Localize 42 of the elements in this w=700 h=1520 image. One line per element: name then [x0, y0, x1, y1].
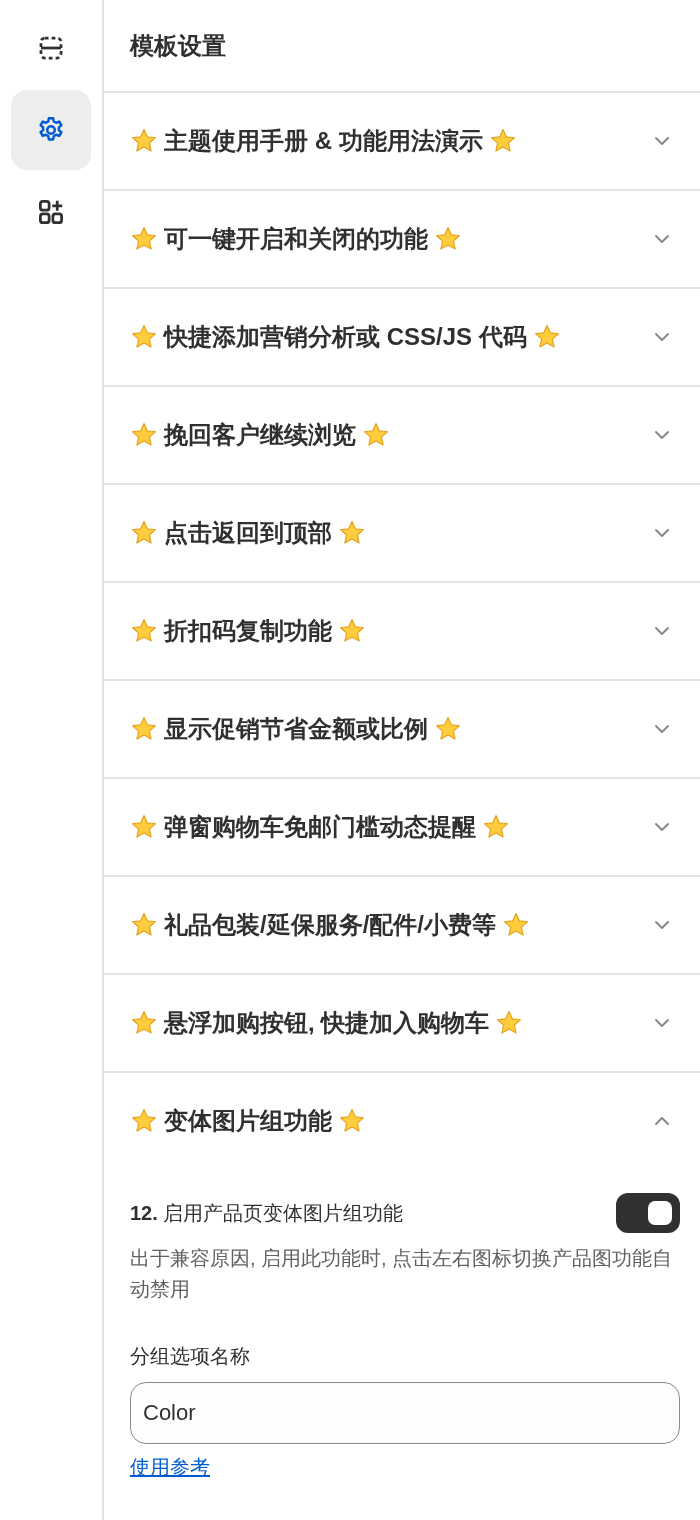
section-title[interactable]: 快捷添加营销分析或 CSS/JS 代码 [164, 321, 527, 353]
section-title[interactable]: 礼品包装/延保服务/配件/小费等 [164, 909, 496, 941]
star-icon [130, 127, 158, 155]
star-icon [338, 617, 366, 645]
setting-label: 12. 启用产品页变体图片组功能 [130, 1200, 404, 1226]
section-title[interactable]: 变体图片组功能 [164, 1105, 332, 1137]
star-icon [130, 911, 158, 939]
section-title[interactable]: 显示促销节省金额或比例 [164, 713, 428, 745]
star-icon [130, 715, 158, 743]
help-text: 出于兼容原因, 启用此功能时, 点击左右图标切换产品图功能自动禁用 [130, 1246, 674, 1302]
panel-title: 模板设置 [130, 30, 226, 61]
section-title[interactable]: 挽回客户继续浏览 [164, 419, 356, 451]
star-icon [130, 421, 158, 449]
apps-icon [36, 197, 66, 227]
star-icon [362, 421, 390, 449]
star-icon [495, 1009, 524, 1037]
star-icon [130, 1009, 158, 1037]
section-title[interactable]: 可一键开启和关闭的功能 [164, 223, 428, 255]
star-icon [532, 323, 561, 351]
section-title[interactable]: 主题使用手册 & 功能用法演示 [164, 125, 483, 157]
star-icon [130, 519, 158, 547]
star-icon [502, 911, 530, 939]
star-icon [488, 127, 517, 155]
star-icon [130, 1107, 158, 1135]
sidebar-item[interactable] [11, 90, 91, 170]
star-icon [130, 617, 158, 645]
field-label: 分组选项名称 [130, 1344, 251, 1369]
section-title[interactable]: 点击返回到顶部 [164, 517, 332, 549]
input-field[interactable]: Color [130, 1382, 680, 1444]
reference-link[interactable]: 使用参考 [130, 1454, 210, 1481]
star-icon [434, 225, 462, 253]
toggle-switch[interactable] [616, 1193, 680, 1233]
star-icon [130, 323, 158, 351]
star-icon [482, 813, 510, 841]
star-icon [130, 225, 158, 253]
star-icon [338, 519, 366, 547]
star-icon [434, 715, 462, 743]
section-title[interactable]: 悬浮加购按钮, 快捷加入购物车 [164, 1007, 490, 1039]
star-icon [338, 1107, 366, 1135]
section-title[interactable]: 弹窗购物车免邮门槛动态提醒 [164, 811, 476, 843]
section-title[interactable]: 折扣码复制功能 [164, 615, 332, 647]
star-icon [130, 813, 158, 841]
